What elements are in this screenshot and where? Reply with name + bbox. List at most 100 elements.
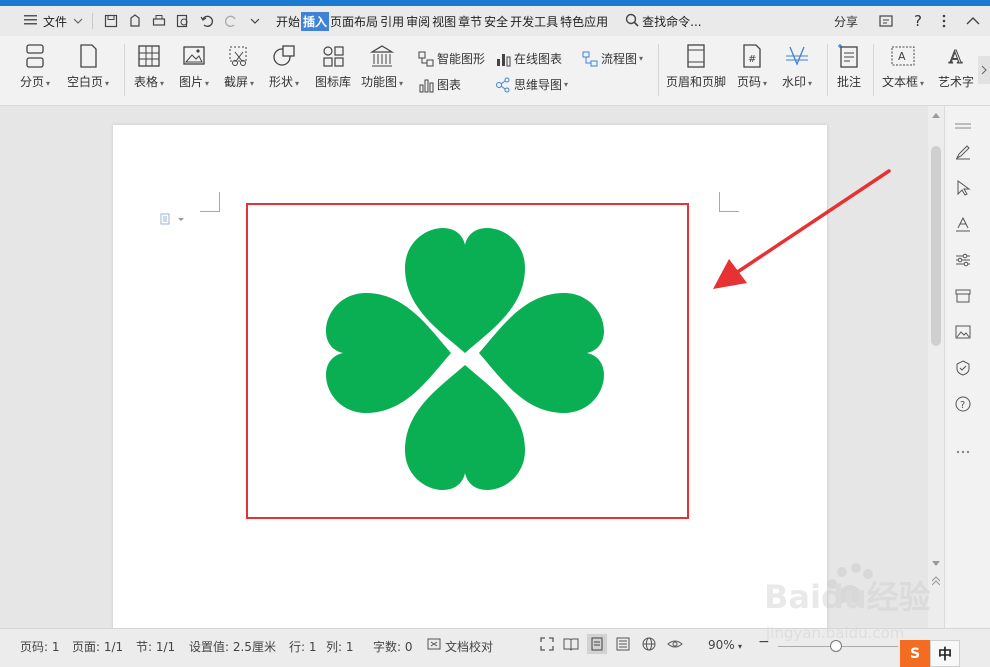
ribbon-scroll-right-icon[interactable]	[978, 56, 990, 84]
shield-icon[interactable]	[953, 358, 973, 378]
status-word-count[interactable]: 字数: 0	[373, 638, 413, 655]
shape-button[interactable]: 形状 ▾	[269, 44, 299, 90]
reading-mode-icon[interactable]	[561, 634, 581, 654]
tab-chapter[interactable]: 章节	[457, 13, 483, 30]
collapse-ribbon-icon[interactable]	[956, 6, 990, 36]
smart-art-button[interactable]: 智能图形	[418, 50, 485, 67]
share-button[interactable]: 分享	[824, 6, 868, 36]
print-preview-icon[interactable]	[173, 11, 193, 31]
search-icon	[625, 13, 639, 30]
document-page[interactable]	[113, 125, 891, 628]
eye-protect-icon[interactable]	[665, 634, 685, 654]
zoom-dropdown-icon[interactable]: ▾	[738, 642, 742, 651]
tab-home[interactable]: 开始	[275, 13, 301, 30]
tab-page-layout[interactable]: 页面布局	[329, 13, 379, 30]
export-icon[interactable]	[125, 11, 145, 31]
outline-view-icon[interactable]	[613, 634, 633, 654]
zoom-level[interactable]: 90%	[708, 638, 735, 652]
document-area	[0, 106, 928, 628]
word-art-icon: A	[948, 47, 964, 69]
tab-developer[interactable]: 开发工具	[509, 13, 559, 30]
adjust-icon[interactable]	[953, 250, 973, 270]
ribbon-divider	[873, 44, 874, 96]
text-style-icon[interactable]	[953, 214, 973, 234]
function-chart-button[interactable]: 功能图 ▾	[361, 44, 403, 90]
blank-page-button[interactable]: 空白页 ▾	[67, 44, 109, 90]
command-search[interactable]: 查找命令...	[622, 6, 704, 36]
fullscreen-icon[interactable]	[537, 634, 557, 654]
page-view-icon[interactable]	[587, 634, 607, 654]
tab-security[interactable]: 安全	[483, 13, 509, 30]
page-number-button[interactable]: # 页码 ▾	[737, 44, 767, 90]
status-section[interactable]: 节: 1/1	[136, 638, 175, 655]
panel-collapse-icon[interactable]	[955, 118, 971, 132]
text-box-button[interactable]: A 文本框 ▾	[882, 44, 924, 90]
watermark-button[interactable]: 水印 ▾	[782, 44, 812, 90]
word-art-button[interactable]: A 艺术字	[938, 44, 974, 90]
tab-list: 开始 插入 页面布局 引用 审阅 视图 章节 安全 开发工具 特色应用	[267, 6, 612, 36]
tab-review[interactable]: 审阅	[405, 13, 431, 30]
page-break-button[interactable]: 分页 ▾	[20, 44, 50, 90]
file-menu[interactable]: 文件	[0, 6, 86, 36]
print-icon[interactable]	[149, 11, 169, 31]
select-cursor-icon[interactable]	[953, 178, 973, 198]
sogou-ime-icon[interactable]: S	[900, 640, 930, 667]
scroll-thumb[interactable]	[931, 146, 941, 346]
svg-text:A: A	[948, 47, 963, 68]
pen-icon[interactable]	[953, 142, 973, 162]
watermark-icon	[786, 46, 809, 66]
tab-references[interactable]: 引用	[379, 13, 405, 30]
ime-language-toggle[interactable]: 中	[930, 640, 960, 667]
icon-library-button[interactable]: 图标库	[315, 44, 351, 90]
web-view-icon[interactable]	[639, 634, 659, 654]
paragraph-mark-icon[interactable]	[160, 213, 184, 228]
more-options-icon[interactable]	[932, 6, 956, 36]
function-chart-label: 功能图	[361, 75, 398, 89]
comment-button[interactable]: 批注	[836, 44, 862, 90]
blank-page-label: 空白页	[67, 75, 104, 89]
undo-icon[interactable]	[197, 11, 217, 31]
status-col[interactable]: 列: 1	[326, 638, 354, 655]
status-page-number[interactable]: 页码: 1	[20, 638, 60, 655]
status-row[interactable]: 行: 1	[289, 638, 317, 655]
side-panel: ?	[944, 106, 990, 628]
mind-map-button[interactable]: 思维导图 ▾	[495, 76, 568, 93]
shape-icon	[273, 45, 295, 66]
icon-library-label: 图标库	[315, 75, 352, 89]
file-menu-label: 文件	[43, 14, 68, 29]
more-horizontal-icon[interactable]	[953, 442, 973, 462]
scissors-icon	[229, 46, 247, 66]
ribbon-divider	[124, 44, 125, 96]
header-footer-icon	[687, 44, 705, 68]
table-button[interactable]: 表格 ▾	[134, 44, 164, 90]
customize-toolbar-icon[interactable]	[245, 11, 265, 31]
help-button[interactable]: ?	[904, 6, 932, 36]
status-setting[interactable]: 设置值: 2.5厘米	[189, 638, 276, 655]
smart-art-icon	[418, 51, 434, 66]
online-chart-button[interactable]: 在线图表	[495, 50, 562, 67]
tab-features[interactable]: 特色应用	[559, 13, 609, 30]
save-icon[interactable]	[101, 11, 121, 31]
screenshot-button[interactable]: 截屏 ▾	[224, 44, 254, 90]
flowchart-button[interactable]: 流程图 ▾	[582, 50, 643, 67]
table-label: 表格	[134, 75, 159, 89]
picture-button[interactable]: 图片 ▾	[179, 44, 209, 90]
status-pages[interactable]: 页面: 1/1	[72, 638, 123, 655]
archive-icon[interactable]	[953, 286, 973, 306]
mind-map-label: 思维导图	[514, 78, 563, 92]
redo-icon[interactable]	[221, 11, 241, 31]
collab-icon[interactable]	[868, 6, 904, 36]
help-circle-icon[interactable]: ?	[953, 394, 973, 414]
search-label: 查找命令...	[642, 14, 702, 29]
vertical-scrollbar[interactable]	[928, 106, 944, 628]
tab-view[interactable]: 视图	[431, 13, 457, 30]
chart-button[interactable]: 图表	[418, 76, 461, 93]
page-number-label: 页码	[737, 75, 762, 89]
image-icon[interactable]	[953, 322, 973, 342]
header-footer-button[interactable]: 页眉和页脚	[666, 44, 726, 90]
tab-insert[interactable]: 插入	[301, 11, 330, 31]
highlight-box	[246, 203, 689, 519]
scroll-up-icon[interactable]	[932, 112, 940, 118]
watermark-label: 水印	[782, 75, 807, 89]
status-proofread[interactable]: 文档校对	[445, 638, 493, 655]
